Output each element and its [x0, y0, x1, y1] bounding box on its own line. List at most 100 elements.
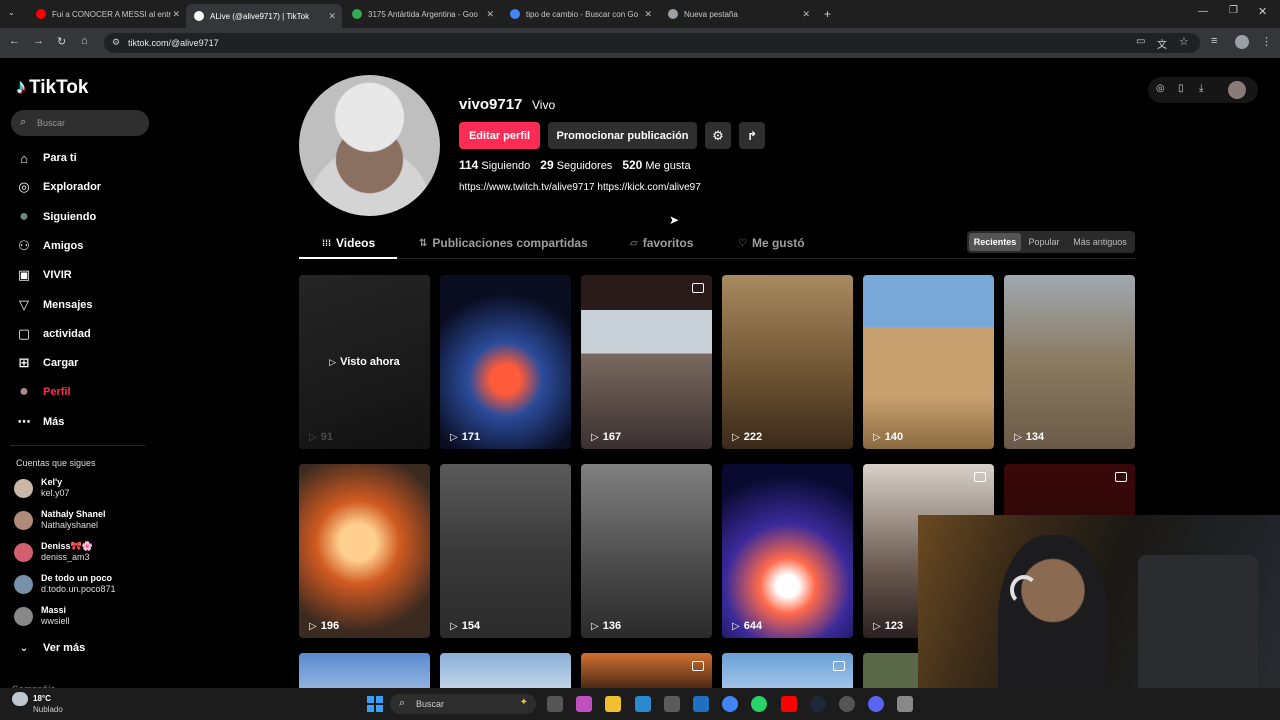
video-card[interactable]: ▷ 222	[722, 275, 853, 449]
mobile-icon[interactable]: ▯	[1178, 83, 1184, 94]
video-card-partial[interactable]	[440, 653, 571, 693]
tab-close-icon[interactable]: ✕	[802, 9, 810, 20]
edge-icon[interactable]	[634, 696, 651, 712]
sort-recent[interactable]: Recientes	[969, 233, 1021, 251]
taskbar-search[interactable]: ⌕ Buscar ✦	[390, 694, 536, 714]
settings-gear-icon[interactable]: ⚙	[705, 122, 731, 149]
browser-profile-icon[interactable]	[1235, 35, 1249, 49]
header-avatar[interactable]	[1228, 81, 1246, 99]
nav-item-explorador[interactable]: ◎ Explorador	[16, 179, 101, 195]
tab-close-icon[interactable]: ✕	[486, 9, 494, 20]
obs-icon[interactable]	[839, 696, 855, 712]
video-card[interactable]: ▷ 196	[299, 464, 430, 638]
nav-item-amigos[interactable]: ⚇ Amigos	[16, 238, 83, 254]
video-card[interactable]: ▷ 171	[440, 275, 571, 449]
more-icon: ⋯	[17, 413, 31, 429]
tab-close-icon[interactable]: ✕	[644, 9, 652, 20]
tiktok-logo[interactable]: ♪ TikTok	[16, 76, 88, 99]
restore-icon[interactable]: ❐	[1229, 5, 1238, 16]
forward-icon[interactable]: →	[33, 35, 44, 47]
coins-icon[interactable]: ◎	[1156, 83, 1165, 94]
view-count: ▷ 222	[732, 431, 763, 443]
sort-popular[interactable]: Popular	[1023, 233, 1065, 251]
account-avatar	[14, 606, 33, 626]
new-tab-icon[interactable]: +	[824, 7, 831, 21]
search-icon: ⌕	[20, 116, 27, 128]
tab-close-icon[interactable]: ✕	[328, 11, 336, 22]
edit-profile-button[interactable]: Editar perfil	[459, 122, 540, 149]
tab-close-icon[interactable]: ✕	[172, 9, 180, 20]
reload-icon[interactable]: ↻	[57, 35, 66, 48]
chair	[1138, 555, 1258, 705]
calculator-icon[interactable]	[897, 696, 914, 712]
play-icon: ▷	[450, 431, 458, 443]
bookmark-icon: ▱	[630, 237, 638, 249]
see-more-button[interactable]: ⌄ Ver más	[16, 640, 85, 656]
video-card[interactable]: ▷ 140	[863, 275, 994, 449]
youtube-icon[interactable]	[780, 696, 797, 712]
followers-label: Seguidores	[556, 160, 613, 172]
site-info-icon[interactable]: ⚙	[112, 37, 120, 48]
video-card[interactable]: ▷ 154	[440, 464, 571, 638]
browser-tab[interactable]: Fui a CONOCER A MESSI al entr ✕	[28, 4, 186, 24]
task-view-icon[interactable]	[547, 696, 563, 712]
windows-start-icon[interactable]	[367, 696, 383, 712]
following-account[interactable]: De todo un poco d.todo.un.poco871	[14, 573, 116, 595]
video-card-partial[interactable]	[299, 653, 430, 693]
nav-item-para-ti[interactable]: ⌂ Para ti	[16, 150, 77, 166]
sort-oldest[interactable]: Más antiguos	[1067, 233, 1133, 251]
video-card-partial[interactable]	[581, 653, 712, 693]
video-card-partial[interactable]	[722, 653, 853, 693]
tab-videos[interactable]: ⁞⁞⁞ Videos	[322, 236, 375, 250]
weather-desc[interactable]: Nublado	[33, 705, 63, 714]
tab-search-icon[interactable]: ⌄	[8, 8, 15, 17]
back-icon[interactable]: ←	[9, 35, 20, 47]
nav-item-más[interactable]: ⋯ Más	[16, 413, 65, 430]
store-icon[interactable]	[663, 696, 680, 712]
nav-item-siguiendo[interactable]: ● Siguiendo	[16, 208, 96, 225]
likes-count: 520	[622, 158, 643, 172]
browser-menu-icon[interactable]: ⋮	[1261, 35, 1272, 48]
following-account[interactable]: Deniss🎀🌸 deniss_am3	[14, 541, 93, 563]
tab-reposts[interactable]: ⇅ Publicaciones compartidas	[419, 236, 588, 250]
steam-icon[interactable]	[809, 696, 826, 712]
minimize-icon[interactable]: —	[1198, 6, 1208, 17]
video-card[interactable]: ▷ 91 ▷ Visto ahora	[299, 275, 430, 449]
close-window-icon[interactable]: ✕	[1258, 5, 1267, 18]
following-account[interactable]: Nathaly Shanel Nathalyshanel	[14, 509, 106, 531]
video-card[interactable]: ▷ 644	[722, 464, 853, 638]
video-card[interactable]: ▷ 167	[581, 275, 712, 449]
weather-temp[interactable]: 18°C	[33, 694, 51, 703]
nav-item-vivir[interactable]: ▣ VIVIR	[16, 267, 72, 283]
home-browser-icon[interactable]: ⌂	[81, 35, 88, 47]
tab-liked[interactable]: ♡ Me gustó	[738, 236, 805, 250]
cast-icon[interactable]: ▭	[1136, 36, 1145, 47]
outlook-icon[interactable]	[693, 696, 709, 712]
translate-icon[interactable]: 文	[1157, 36, 1167, 51]
nav-item-actividad[interactable]: ▢ actividad	[16, 326, 91, 342]
copilot-icon[interactable]	[576, 696, 593, 712]
nav-item-mensajes[interactable]: ▽ Mensajes	[16, 297, 93, 313]
reading-list-icon[interactable]: ≡	[1211, 35, 1217, 47]
following-header: Cuentas que sigues	[16, 458, 96, 468]
nav-item-cargar[interactable]: ⊞ Cargar	[16, 355, 79, 371]
download-icon[interactable]: ⤓	[1199, 83, 1203, 94]
url-bar[interactable]: ⚙ tiktok.com/@alive9717	[104, 33, 1200, 53]
share-icon[interactable]: ↱	[739, 122, 765, 149]
nav-item-perfil[interactable]: ● Perfil	[16, 383, 70, 400]
browser-tab[interactable]: ALive (@alive9717) | TikTok ✕	[186, 4, 342, 28]
following-account[interactable]: Massi wwsiell	[14, 605, 70, 627]
file-explorer-icon[interactable]	[605, 696, 622, 712]
bookmark-star-icon[interactable]: ☆	[1179, 35, 1189, 48]
video-card[interactable]: ▷ 136	[581, 464, 712, 638]
following-account[interactable]: Kel'y kel.y07	[14, 477, 70, 499]
profile-avatar[interactable]	[299, 75, 440, 216]
video-card-partial[interactable]	[863, 653, 923, 693]
video-card[interactable]: ▷ 134	[1004, 275, 1135, 449]
browser-tab[interactable]: tipo de cambio - Buscar con Go ✕	[502, 4, 658, 24]
browser-tab[interactable]: Nueva pestaña ✕	[660, 4, 816, 24]
promote-button[interactable]: Promocionar publicación	[548, 122, 697, 149]
browser-tab[interactable]: 3175 Antártida Argentina - Goo ✕	[344, 4, 500, 24]
tab-favorites[interactable]: ▱ favoritos	[630, 236, 693, 250]
search-input[interactable]: ⌕ Buscar	[11, 110, 149, 136]
